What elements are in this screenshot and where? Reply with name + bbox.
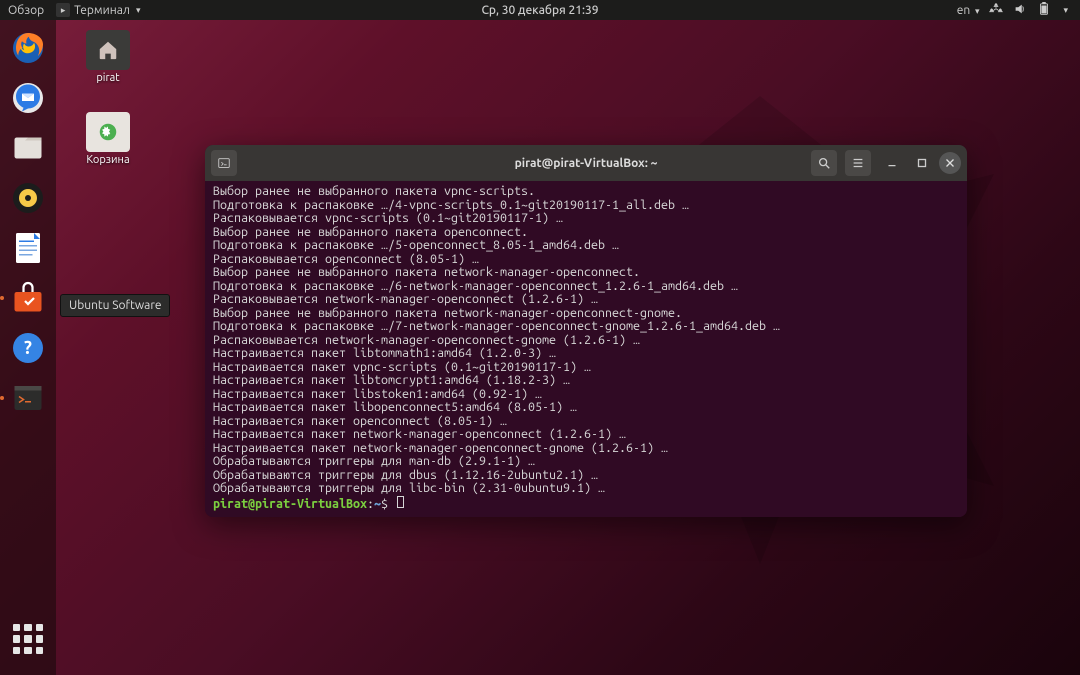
dock-thunderbird[interactable] xyxy=(6,76,50,120)
chevron-down-icon: ▾ xyxy=(975,6,980,16)
terminal-new-tab-button[interactable] xyxy=(211,150,237,176)
battery-icon[interactable] xyxy=(1037,2,1051,19)
terminal-output[interactable]: Выбор ранее не выбранного пакета vpnc-sc… xyxy=(205,181,967,517)
terminal-icon: ▸ xyxy=(56,3,70,17)
focused-app-menu[interactable]: ▸ Терминал ▾ xyxy=(56,3,140,17)
desktop-home-label: pirat xyxy=(74,72,142,84)
window-close-button[interactable] xyxy=(939,152,961,174)
terminal-menu-button[interactable] xyxy=(845,150,871,176)
trash-icon xyxy=(86,112,130,152)
desktop-trash-label: Корзина xyxy=(74,154,142,166)
terminal-search-button[interactable] xyxy=(811,150,837,176)
svg-text:?: ? xyxy=(24,338,32,358)
terminal-title: pirat@pirat-VirtualBox: ~ xyxy=(515,157,658,170)
dock-terminal[interactable] xyxy=(6,376,50,420)
terminal-titlebar[interactable]: pirat@pirat-VirtualBox: ~ xyxy=(205,145,967,181)
window-minimize-button[interactable] xyxy=(879,150,905,176)
top-panel: Обзор ▸ Терминал ▾ Ср, 30 декабря 21:39 … xyxy=(0,0,1080,20)
keyboard-lang-indicator[interactable]: en ▾ xyxy=(957,4,980,17)
dock-ubuntu-software[interactable] xyxy=(6,276,50,320)
home-folder-icon xyxy=(86,30,130,70)
chevron-down-icon: ▾ xyxy=(1063,5,1068,16)
activities-button[interactable]: Обзор xyxy=(8,4,44,17)
window-maximize-button[interactable] xyxy=(909,150,935,176)
dock-tooltip: Ubuntu Software xyxy=(60,294,170,317)
terminal-cursor xyxy=(397,496,404,508)
desktop-home-folder[interactable]: pirat xyxy=(74,30,142,84)
clock[interactable]: Ср, 30 декабря 21:39 xyxy=(481,4,598,17)
volume-icon[interactable] xyxy=(1013,2,1027,19)
dock-libreoffice-writer[interactable] xyxy=(6,226,50,270)
dock-firefox[interactable] xyxy=(6,26,50,70)
dock-help[interactable]: ? xyxy=(6,326,50,370)
dock-show-applications[interactable] xyxy=(6,617,50,661)
network-icon[interactable] xyxy=(989,2,1003,19)
focused-app-name: Терминал xyxy=(74,4,130,17)
dock: ? xyxy=(0,20,56,675)
chevron-down-icon: ▾ xyxy=(136,5,141,16)
dock-files[interactable] xyxy=(6,126,50,170)
terminal-window: pirat@pirat-VirtualBox: ~ Выбор ранее не… xyxy=(205,145,967,517)
apps-grid-icon xyxy=(13,624,43,654)
prompt-path: ~ xyxy=(374,497,381,511)
desktop-trash[interactable]: Корзина xyxy=(74,112,142,166)
dock-rhythmbox[interactable] xyxy=(6,176,50,220)
prompt-user: pirat@pirat-VirtualBox xyxy=(213,497,367,511)
